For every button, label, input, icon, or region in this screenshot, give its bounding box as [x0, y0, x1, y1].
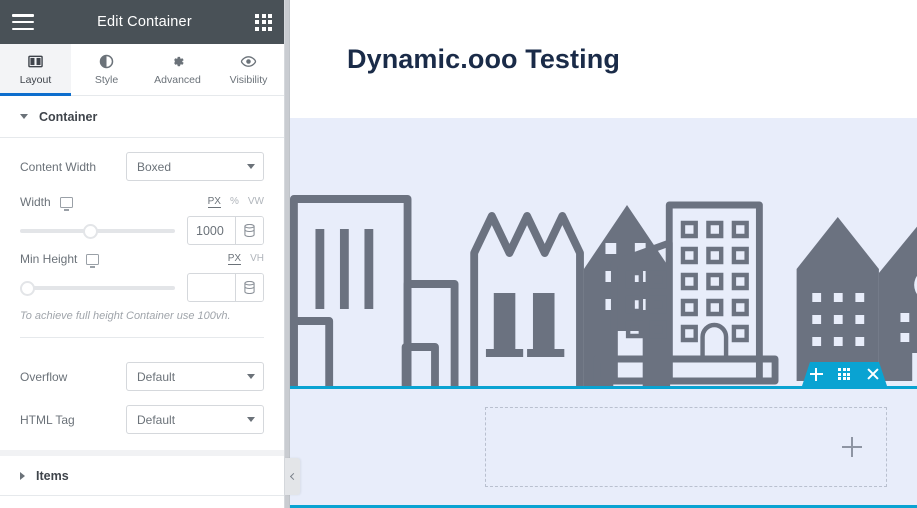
tab-layout[interactable]: Layout: [0, 44, 71, 96]
min-height-hint: To achieve full height Container use 100…: [20, 310, 231, 322]
panel-collapse-toggle[interactable]: [285, 458, 300, 495]
delete-element-button[interactable]: [866, 368, 879, 381]
content-width-value: Boxed: [137, 159, 172, 174]
add-widget-plus-icon[interactable]: [842, 437, 862, 457]
layout-columns-icon: [28, 54, 43, 70]
width-unit-switcher: PX % VW: [207, 196, 264, 208]
section-container-header[interactable]: Container: [0, 96, 284, 138]
desktop-monitor-icon[interactable]: [59, 196, 73, 211]
chevron-down-icon: [247, 374, 255, 380]
tab-layout-label: Layout: [19, 73, 52, 86]
control-html-tag: HTML Tag Default: [20, 405, 264, 435]
close-x-icon: [866, 368, 879, 381]
chevron-down-icon: [247, 164, 255, 169]
panel-tabs: Layout Style Advanced Visibility: [0, 44, 284, 96]
cityscape-section[interactable]: [290, 118, 917, 386]
min-height-number-box: [187, 273, 264, 302]
control-overflow: Overflow Default: [20, 362, 264, 392]
content-width-select[interactable]: Boxed: [126, 152, 264, 181]
controls-divider: [20, 337, 264, 339]
min-height-input[interactable]: [188, 274, 235, 301]
width-unit-percent[interactable]: %: [230, 196, 239, 208]
section-items-title: Items: [36, 468, 69, 483]
html-tag-label: HTML Tag: [20, 412, 75, 427]
width-label: Width: [20, 195, 51, 209]
control-width: Width PX % VW: [20, 195, 264, 245]
dynamic-tags-database-icon[interactable]: [235, 217, 263, 244]
tab-visibility[interactable]: Visibility: [213, 44, 284, 95]
min-height-unit-switcher: PX VH: [227, 253, 264, 265]
width-slider-row: [20, 216, 264, 245]
overflow-value: Default: [137, 369, 176, 384]
hero-section[interactable]: Dynamic.ooo Testing: [290, 0, 917, 118]
gear-icon: [170, 54, 185, 70]
tab-style-label: Style: [94, 73, 119, 86]
width-input[interactable]: [188, 217, 235, 244]
html-tag-select[interactable]: Default: [126, 405, 264, 435]
width-unit-vw[interactable]: VW: [248, 196, 264, 208]
add-element-button[interactable]: [810, 368, 823, 381]
editor-canvas: Dynamic.ooo Testing: [285, 0, 917, 508]
section-container-title: Container: [39, 109, 98, 124]
panel-header: Edit Container: [0, 0, 284, 44]
tab-style[interactable]: Style: [71, 44, 142, 95]
tab-advanced-label: Advanced: [154, 73, 201, 86]
chevron-down-icon: [20, 114, 28, 119]
control-content-width: Content Width Boxed: [20, 152, 264, 181]
min-height-unit-px[interactable]: PX: [227, 253, 242, 265]
width-slider[interactable]: [20, 222, 175, 240]
content-width-label: Content Width: [20, 159, 97, 174]
container-controls-2: Overflow Default HTML Tag Default: [0, 348, 284, 450]
section-items-header[interactable]: Items: [0, 450, 284, 497]
widgets-grid-icon[interactable]: [255, 13, 272, 31]
selected-empty-container[interactable]: [290, 386, 917, 508]
panel-body: Container Content Width Boxed Width PX %…: [0, 96, 284, 508]
html-tag-value: Default: [137, 412, 176, 427]
tab-advanced[interactable]: Advanced: [142, 44, 213, 95]
elementor-editor: Edit Container Layout Style Advanced Vis…: [0, 0, 917, 508]
overflow-select[interactable]: Default: [126, 362, 264, 392]
page-title: Dynamic.ooo Testing: [347, 43, 620, 74]
width-label-row: Width PX % VW: [20, 195, 264, 211]
min-height-label: Min Height: [20, 252, 78, 266]
eye-icon: [240, 54, 257, 70]
cityscape-right-group: [593, 201, 917, 385]
width-number-box: [187, 216, 264, 245]
editor-panel: Edit Container Layout Style Advanced Vis…: [0, 0, 285, 508]
desktop-monitor-icon[interactable]: [86, 253, 100, 268]
style-contrast-circle-icon: [99, 54, 114, 70]
chevron-down-icon: [247, 417, 255, 423]
dynamic-tags-database-icon[interactable]: [235, 274, 263, 301]
width-slider-handle[interactable]: [82, 223, 98, 239]
min-height-slider[interactable]: [20, 279, 175, 297]
control-min-height: Min Height PX VH To achieve full height …: [20, 252, 264, 323]
grid-dots-icon: [838, 368, 850, 380]
element-toolbar: [802, 362, 887, 386]
preview-page: Dynamic.ooo Testing: [289, 0, 917, 508]
min-height-slider-track: [20, 285, 175, 290]
min-height-slider-handle[interactable]: [20, 280, 35, 296]
drag-handle-button[interactable]: [838, 368, 850, 380]
plus-icon: [810, 368, 823, 381]
min-height-slider-row: [20, 273, 264, 302]
min-height-unit-vh[interactable]: VH: [250, 253, 264, 265]
panel-title: Edit Container: [97, 14, 192, 30]
chevron-left-icon: [289, 472, 298, 481]
min-height-label-row: Min Height PX VH: [20, 252, 264, 268]
hamburger-menu-icon[interactable]: [12, 14, 34, 30]
overflow-label: Overflow: [20, 369, 68, 384]
width-unit-px[interactable]: PX: [207, 196, 221, 208]
chevron-right-icon: [20, 471, 25, 480]
container-controls: Content Width Boxed Width PX % VW 1000 M…: [0, 138, 284, 348]
drop-zone-outline: [485, 407, 887, 487]
tab-visibility-label: Visibility: [229, 73, 268, 86]
